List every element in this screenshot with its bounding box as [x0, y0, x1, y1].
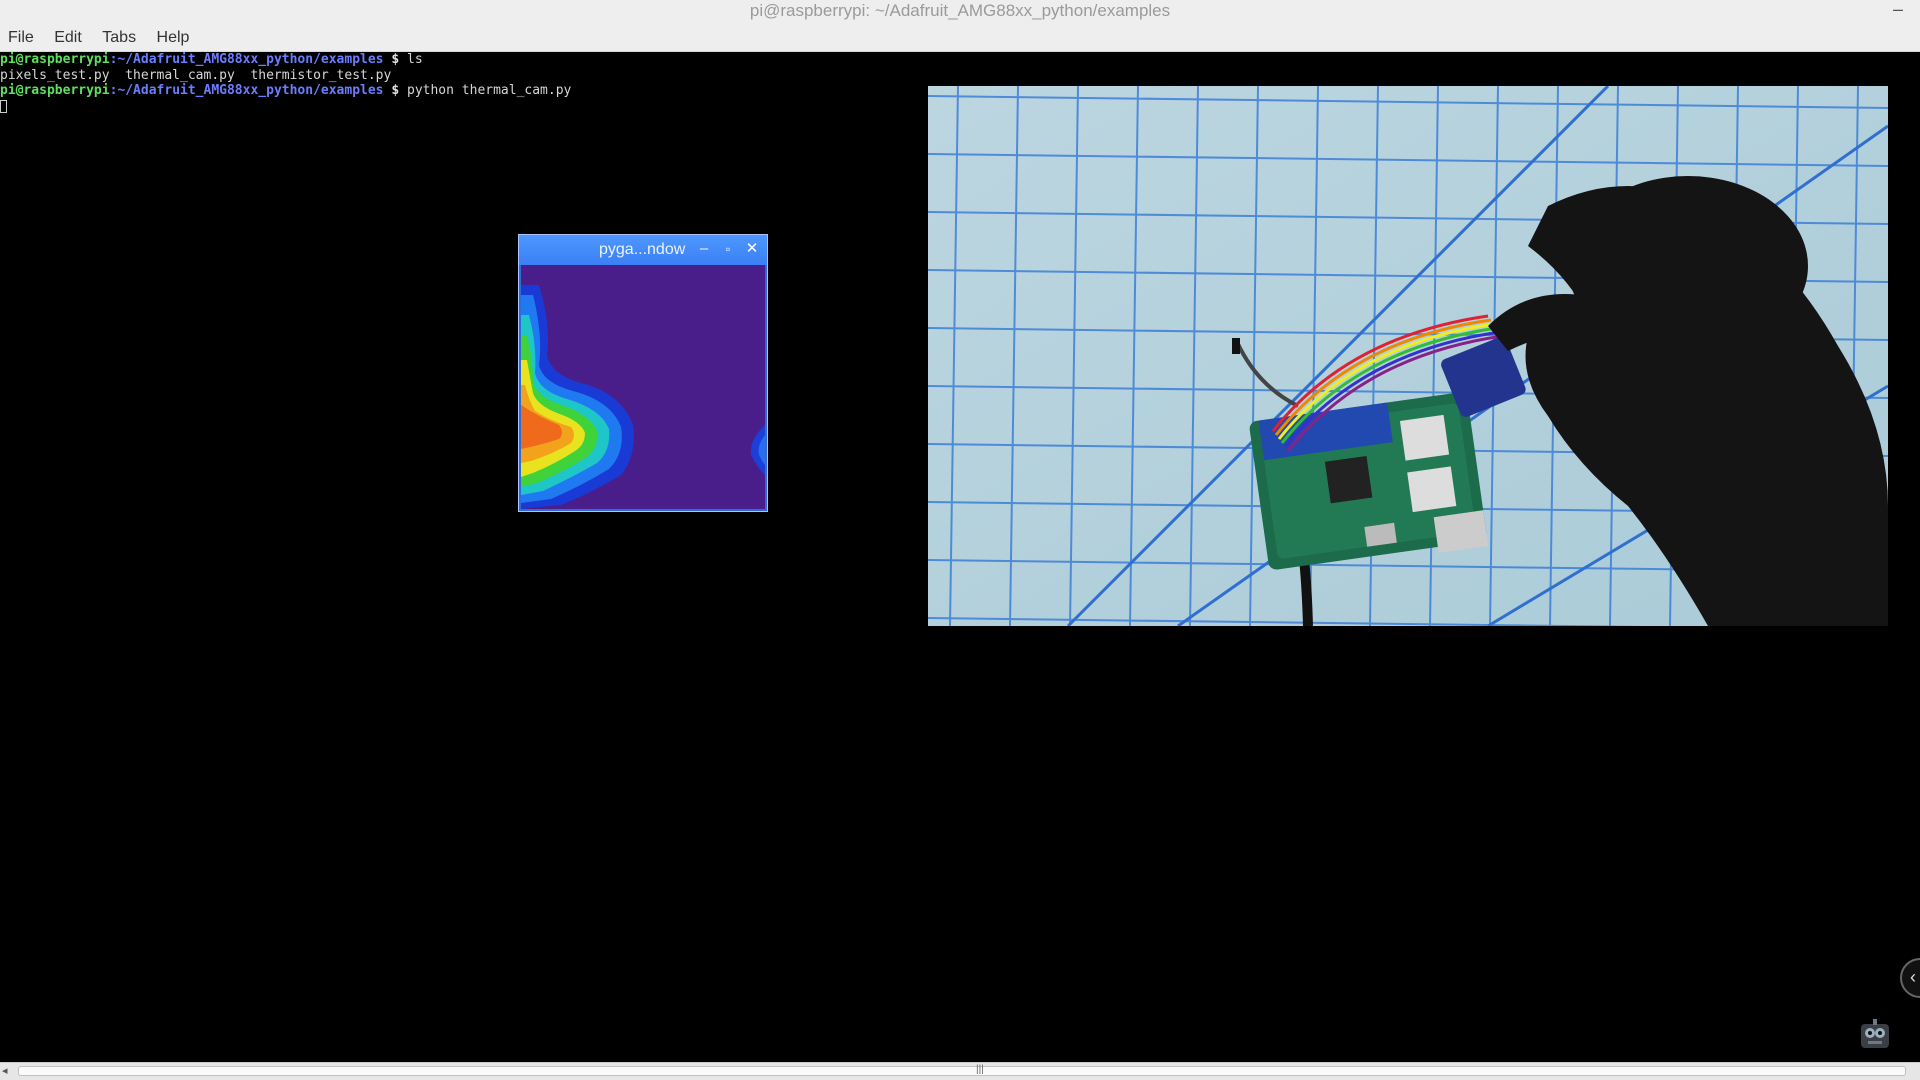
scroll-left-arrow[interactable]: ◂	[2, 1063, 16, 1080]
prompt-path: :~/Adafruit_AMG88xx_python/examples	[109, 83, 384, 98]
minimize-button[interactable]: –	[1886, 0, 1910, 22]
pygame-minimize-button[interactable]: –	[695, 240, 713, 258]
menu-file[interactable]: File	[0, 22, 42, 54]
thermal-heatmap	[521, 265, 765, 509]
terminal-cursor	[0, 99, 7, 113]
pygame-close-button[interactable]: ✕	[743, 240, 761, 258]
terminal-command: python thermal_cam.py	[399, 83, 572, 98]
window-titlebar: pi@raspberrypi: ~/Adafruit_AMG88xx_pytho…	[0, 0, 1920, 22]
prompt-user: pi@raspberrypi	[0, 52, 110, 67]
video-frame	[928, 86, 1888, 626]
terminal-output: pixels_test.py thermal_cam.py thermistor…	[0, 67, 392, 83]
pygame-titlebar[interactable]: pyga...ndow – ▫ ✕	[519, 235, 767, 265]
prompt-dollar: $	[383, 83, 400, 98]
pygame-maximize-button[interactable]: ▫	[719, 240, 737, 258]
pygame-window[interactable]: pyga...ndow – ▫ ✕	[518, 234, 768, 512]
scroll-thumb[interactable]: |||	[18, 1064, 1906, 1076]
terminal-line: pi@raspberrypi:~/Adafruit_AMG88xx_python…	[0, 52, 1920, 68]
horizontal-scrollbar[interactable]: ◂ |||	[0, 1062, 1920, 1080]
menu-bar: File Edit Tabs Help	[0, 22, 1920, 52]
prompt-path: :~/Adafruit_AMG88xx_python/examples	[109, 52, 384, 67]
video-overlay	[928, 86, 1888, 626]
thermal-image	[521, 265, 765, 509]
robot-icon	[1861, 1019, 1889, 1048]
bot-avatar-icon[interactable]	[1858, 1018, 1892, 1052]
menu-help[interactable]: Help	[149, 22, 198, 54]
prompt-user: pi@raspberrypi	[0, 83, 110, 98]
terminal-command: ls	[399, 52, 423, 67]
menu-edit[interactable]: Edit	[46, 22, 90, 54]
window-title: pi@raspberrypi: ~/Adafruit_AMG88xx_pytho…	[749, 1, 1171, 20]
menu-tabs[interactable]: Tabs	[94, 22, 144, 54]
pygame-window-title: pyga...ndow	[599, 241, 686, 258]
scroll-grip: |||	[976, 1064, 984, 1075]
prompt-dollar: $	[383, 52, 400, 67]
